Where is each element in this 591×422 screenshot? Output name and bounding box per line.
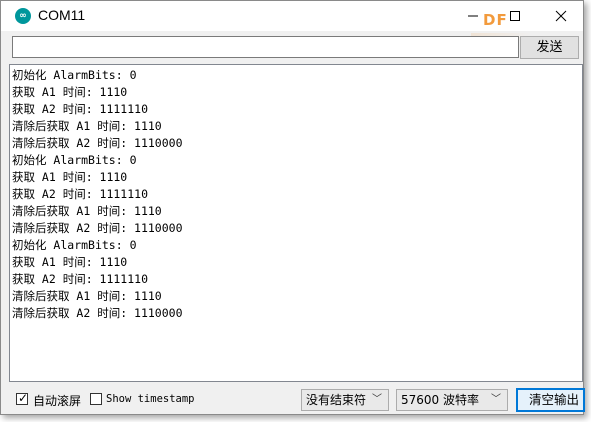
chevron-down-icon: ﹀ xyxy=(372,394,382,405)
maximize-button[interactable] xyxy=(495,1,535,31)
maximize-icon xyxy=(510,11,520,21)
output-line: 清除后获取 A2 时间: 1110000 xyxy=(12,136,183,150)
send-button[interactable]: 发送 xyxy=(520,36,579,59)
window-title: COM11 xyxy=(38,7,86,23)
output-line: 获取 A2 时间: 1111110 xyxy=(12,272,149,286)
autoscroll-label[interactable]: 自动滚屏 xyxy=(33,392,81,409)
serial-output-area[interactable]: 初始化 AlarmBits: 0 获取 A1 时间: 1110 获取 A2 时间: … xyxy=(9,64,583,382)
output-line: 初始化 AlarmBits: 0 xyxy=(12,238,137,252)
output-line: 清除后获取 A1 时间: 1110 xyxy=(12,204,162,218)
close-icon xyxy=(555,10,567,22)
output-line: 获取 A2 时间: 1111110 xyxy=(12,187,149,201)
output-line: 清除后获取 A2 时间: 1110000 xyxy=(12,306,183,320)
arduino-logo-icon: ∞ xyxy=(15,8,31,24)
line-ending-value: 没有结束符 xyxy=(306,393,367,407)
minimize-icon xyxy=(468,15,478,17)
send-input[interactable] xyxy=(12,36,519,58)
timestamp-label[interactable]: Show timestamp xyxy=(106,393,195,405)
output-line: 清除后获取 A2 时间: 1110000 xyxy=(12,221,183,235)
output-line: 清除后获取 A1 时间: 1110 xyxy=(12,119,162,133)
output-line: 清除后获取 A1 时间: 1110 xyxy=(12,289,162,303)
checkmark-icon: ✓ xyxy=(18,391,29,405)
chevron-down-icon: ﹀ xyxy=(491,394,501,405)
output-line: 初始化 AlarmBits: 0 xyxy=(12,153,137,167)
output-line: 获取 A1 时间: 1110 xyxy=(12,255,128,269)
autoscroll-checkbox[interactable]: ✓ xyxy=(16,391,29,405)
minimize-button[interactable] xyxy=(453,1,493,31)
baud-rate-select[interactable]: 57600 波特率 ﹀ xyxy=(396,389,508,411)
output-line: 初始化 AlarmBits: 0 xyxy=(12,68,137,82)
output-line: 获取 A1 时间: 1110 xyxy=(12,170,128,184)
title-bar[interactable]: ∞ COM11 DF xyxy=(1,1,583,31)
output-line: 获取 A1 时间: 1110 xyxy=(12,85,128,99)
timestamp-checkbox[interactable] xyxy=(90,393,102,405)
clear-output-button[interactable]: 清空输出 xyxy=(516,388,585,412)
serial-monitor-window: ∞ COM11 DF 发送 初始化 AlarmBits: 0 获取 A1 时间: … xyxy=(0,0,585,415)
line-ending-select[interactable]: 没有结束符 ﹀ xyxy=(301,389,389,411)
close-button[interactable] xyxy=(541,1,581,31)
baud-rate-value: 57600 波特率 xyxy=(401,393,479,407)
output-line: 获取 A2 时间: 1111110 xyxy=(12,102,149,116)
